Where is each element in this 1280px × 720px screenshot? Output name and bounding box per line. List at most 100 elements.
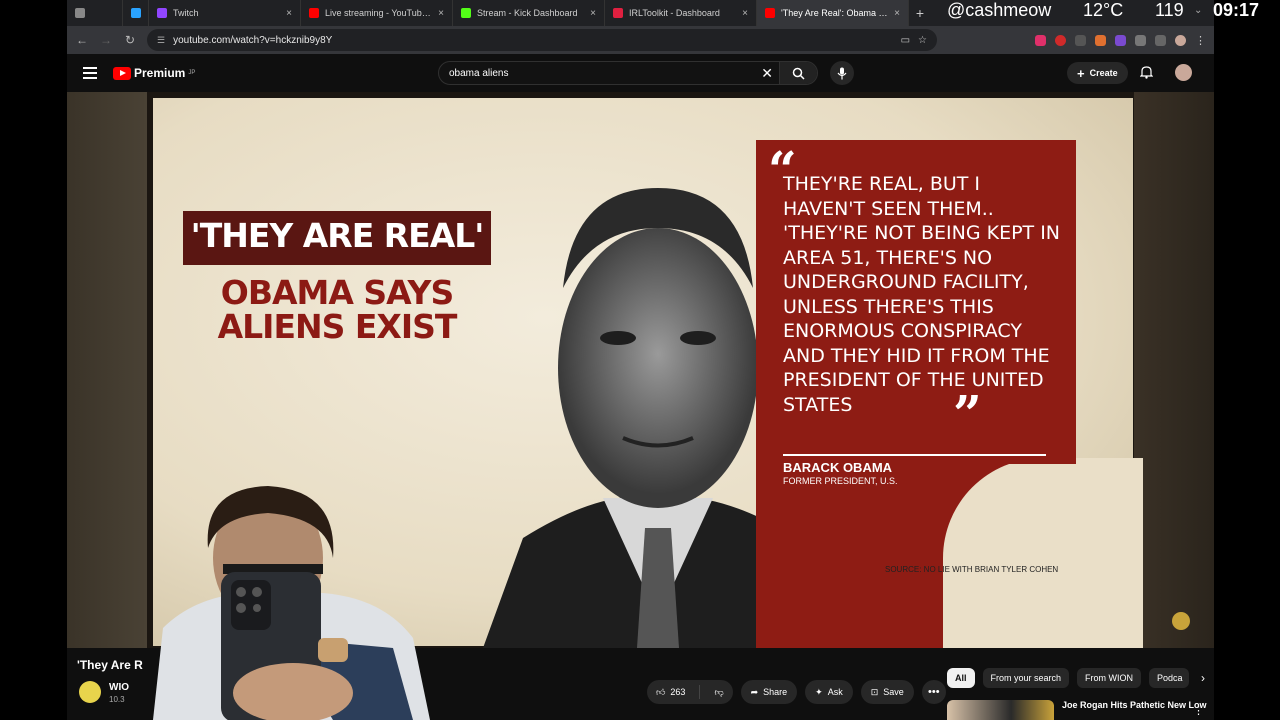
dislike-button[interactable]: 👎︎	[705, 680, 732, 704]
cast-icon[interactable]: ▭	[901, 35, 910, 46]
extensions-bar: ⋮	[1035, 34, 1206, 47]
tab-1[interactable]	[67, 0, 123, 26]
sparkle-icon: ✦	[815, 686, 823, 697]
close-icon[interactable]: ×	[438, 8, 444, 19]
extensions-puzzle-icon[interactable]	[1135, 34, 1146, 46]
quote-text: THEY'RE REAL, BUT I HAVEN'T SEEN THEM.. …	[783, 173, 1061, 416]
close-icon[interactable]: ×	[894, 8, 900, 19]
url-field[interactable]: ☰ youtube.com/watch?v=hckznib9y8Y ▭ ☆	[147, 29, 937, 51]
forward-icon[interactable]: →	[99, 33, 113, 47]
share-button[interactable]: ➦ Share	[740, 680, 798, 704]
notifications-bell-icon[interactable]	[1139, 65, 1154, 82]
tab-twitch[interactable]: Twitch ×	[149, 0, 301, 26]
bookmark-icon: ⊡	[870, 686, 879, 697]
subscriber-count: 10.3	[109, 695, 125, 704]
hamburger-menu-icon[interactable]	[83, 64, 97, 82]
close-quote-icon: ”	[953, 384, 982, 443]
logo-country: JP	[188, 70, 196, 76]
tab-favicon-icon	[131, 8, 141, 18]
search-query: obama aliens	[449, 67, 509, 79]
channel-avatar[interactable]	[79, 681, 101, 703]
ask-label: Ask	[827, 687, 843, 697]
recommended-thumbnail[interactable]	[947, 700, 1054, 720]
tab-kick[interactable]: Stream - Kick Dashboard ×	[453, 0, 605, 26]
address-bar-row: ← → ↻ ☰ youtube.com/watch?v=hckznib9y8Y …	[67, 26, 1214, 54]
chip-all[interactable]: All	[947, 668, 975, 688]
search-input[interactable]: obama aliens ✕	[438, 61, 818, 85]
logo-text: Premium	[134, 66, 186, 80]
more-options-icon[interactable]: ⋮	[1193, 704, 1204, 717]
chevron-right-icon[interactable]: ›	[1201, 671, 1205, 685]
player-ambient-right	[1134, 92, 1214, 648]
tab-2[interactable]	[123, 0, 149, 26]
account-avatar[interactable]	[1175, 64, 1192, 81]
tab-label: Twitch	[173, 8, 199, 18]
tab-label: 'They Are Real': Obama Says	[781, 8, 889, 18]
clear-search-icon[interactable]: ✕	[761, 65, 773, 82]
microphone-icon	[837, 67, 847, 79]
source-credit: SOURCE: NO LIE WITH BRIAN TYLER COHEN	[885, 565, 1059, 574]
voice-search-button[interactable]	[830, 61, 854, 85]
extension-icon[interactable]	[1095, 34, 1106, 46]
video-subheadline: OBAMA SAYS ALIENS EXIST	[217, 273, 458, 346]
close-icon[interactable]: ×	[590, 8, 596, 19]
channel-name[interactable]: WIO	[109, 682, 129, 693]
like-count: 263	[670, 687, 686, 697]
attribution-name: BARACK OBAMA	[783, 460, 893, 475]
like-dislike-group: 👍︎ 263 👎︎	[647, 680, 733, 704]
chip-podcasts[interactable]: Podca	[1149, 668, 1190, 688]
like-button[interactable]: 👍︎ 263	[647, 680, 694, 704]
browser-menu-icon[interactable]: ⋮	[1195, 34, 1206, 47]
stream-handle: @cashmeow	[947, 0, 1052, 20]
extension-icon[interactable]	[1075, 34, 1086, 46]
bookmark-star-icon[interactable]: ☆	[918, 35, 927, 46]
chip-from-your-search[interactable]: From your search	[982, 668, 1070, 688]
kick-icon	[461, 8, 471, 18]
thumbs-down-icon: 👎︎	[714, 686, 724, 697]
irltoolkit-icon	[613, 8, 623, 18]
more-actions-icon[interactable]: •••	[921, 680, 946, 704]
youtube-play-icon	[113, 66, 131, 80]
tab-label: IRLToolkit - Dashboard	[629, 8, 720, 18]
media-icon[interactable]	[1155, 34, 1166, 46]
new-tab-button[interactable]: +	[909, 5, 931, 21]
twitch-icon	[157, 8, 167, 18]
chevron-down-icon[interactable]: ⌄	[1194, 5, 1202, 16]
chip-from-wion[interactable]: From WION	[1077, 668, 1142, 688]
back-icon[interactable]: ←	[75, 33, 89, 47]
tab-label: Stream - Kick Dashboard	[477, 8, 578, 18]
extension-icon[interactable]	[1115, 34, 1126, 46]
tab-irltoolkit[interactable]: IRLToolkit - Dashboard ×	[605, 0, 757, 26]
site-info-icon[interactable]: ☰	[157, 35, 165, 46]
recommended-video[interactable]: Joe Rogan Hits Pathetic New Low ⋮	[947, 700, 1212, 720]
youtube-header: Premium JP obama aliens ✕ + Create	[67, 54, 1214, 92]
subscribe-watermark-icon[interactable]	[1172, 612, 1190, 630]
reload-icon[interactable]: ↻	[123, 33, 137, 47]
extension-icon[interactable]	[1035, 34, 1046, 46]
close-icon[interactable]: ×	[742, 8, 748, 19]
tab-youtube-studio[interactable]: Live streaming - YouTube Stu ×	[301, 0, 453, 26]
create-button[interactable]: + Create	[1067, 62, 1128, 84]
search-button[interactable]	[779, 62, 817, 84]
close-icon[interactable]: ×	[286, 8, 292, 19]
tab-favicon-icon	[75, 8, 85, 18]
attribution-title: FORMER PRESIDENT, U.S.	[783, 476, 898, 486]
video-actions: 👍︎ 263 👎︎ ➦ Share ✦ Ask ⊡ Save •••	[647, 680, 946, 704]
youtube-logo[interactable]: Premium JP	[113, 66, 195, 80]
save-button[interactable]: ⊡ Save	[860, 680, 914, 704]
attribution-divider	[783, 454, 1046, 456]
tab-label: Live streaming - YouTube Stu	[325, 8, 433, 18]
ask-button[interactable]: ✦ Ask	[805, 680, 853, 704]
paper-curve	[943, 458, 1143, 648]
recommended-title[interactable]: Joe Rogan Hits Pathetic New Low	[1062, 700, 1207, 720]
tab-youtube-video[interactable]: 'They Are Real': Obama Says ×	[757, 0, 909, 26]
create-label: Create	[1089, 68, 1118, 78]
save-label: Save	[883, 687, 904, 697]
profile-icon[interactable]	[1175, 34, 1186, 46]
stream-temperature: 12°C	[1083, 0, 1124, 20]
recommendation-chips: All From your search From WION Podca ›	[947, 668, 1205, 688]
url-text: youtube.com/watch?v=hckznib9y8Y	[173, 34, 333, 46]
extension-icon[interactable]	[1055, 34, 1066, 46]
share-label: Share	[763, 687, 788, 697]
plus-icon: +	[1077, 65, 1085, 81]
